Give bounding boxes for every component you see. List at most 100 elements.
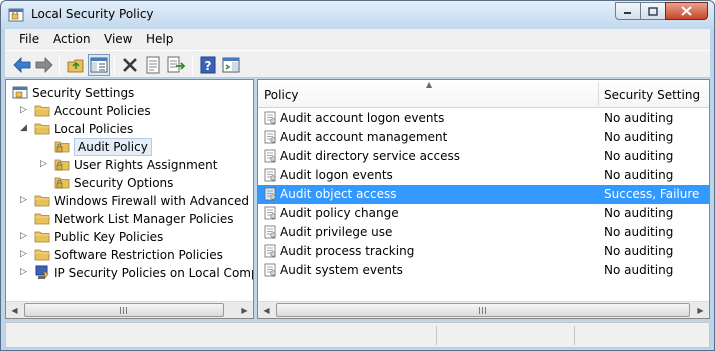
expand-arrow-icon[interactable]: ▷: [20, 267, 30, 279]
policy-icon: [264, 168, 276, 182]
back-button[interactable]: [11, 54, 33, 76]
minimize-button[interactable]: [615, 2, 641, 20]
scroll-grip-icon: [120, 307, 128, 314]
status-bar: [5, 322, 710, 348]
tree-item-label: Software Restriction Policies: [54, 248, 223, 262]
scroll-right-arrow-icon[interactable]: ▶: [692, 302, 709, 318]
tree-item-user-rights-assignment[interactable]: ▷ User Rights Assignment: [30, 156, 253, 174]
tree-item-local-policies[interactable]: ◢ Local Policies: [10, 120, 253, 138]
list-row-audit-account-logon-events[interactable]: Audit account logon events No auditing: [258, 109, 709, 128]
sort-ascending-icon: ▲: [426, 80, 433, 89]
list-pane[interactable]: ▲ Policy Security Setting Audit account …: [257, 79, 710, 319]
expand-arrow-icon[interactable]: ▷: [40, 159, 50, 171]
scroll-grip-icon: [479, 307, 487, 314]
expand-arrow-icon[interactable]: ▷: [20, 195, 30, 207]
tree-item-label: User Rights Assignment: [74, 158, 218, 172]
menu-bar: File Action View Help: [5, 29, 710, 50]
tree-root-security-settings[interactable]: Security Settings: [10, 84, 250, 102]
tree-item-label: Security Options: [74, 176, 174, 190]
policy-name: Audit logon events: [280, 168, 393, 182]
scroll-left-arrow-icon[interactable]: ◀: [258, 302, 275, 318]
tree-horizontal-scrollbar[interactable]: ◀ ▶: [6, 301, 253, 318]
list-horizontal-scrollbar[interactable]: ◀ ▶: [258, 301, 709, 318]
maximize-icon: [641, 3, 665, 19]
list-row-audit-policy-change[interactable]: Audit policy change No auditing: [258, 204, 709, 223]
list-row-audit-privilege-use[interactable]: Audit privilege use No auditing: [258, 223, 709, 242]
policy-name: Audit policy change: [280, 206, 399, 220]
scroll-right-arrow-icon[interactable]: ▶: [236, 302, 253, 318]
title-bar[interactable]: Local Security Policy: [1, 1, 714, 29]
folder-icon: [34, 105, 50, 117]
tree-pane[interactable]: Security Settings ▷ Account Policies ◢ Loca…: [5, 79, 254, 319]
list-row-audit-object-access[interactable]: Audit object access Success, Failure: [258, 185, 709, 204]
expand-arrow-icon[interactable]: ▷: [20, 231, 30, 243]
policy-icon: [264, 225, 276, 239]
scroll-thumb[interactable]: [276, 303, 690, 317]
policy-folder-icon: [54, 177, 70, 189]
tree-item-label: Windows Firewall with Advanced Secu: [54, 194, 253, 208]
delete-icon: [123, 58, 137, 72]
tree-item-label: IP Security Policies on Local Compute: [54, 266, 253, 280]
column-header-security-setting[interactable]: Security Setting: [604, 88, 700, 102]
close-icon: [666, 3, 707, 19]
policy-icon: [264, 187, 276, 201]
menu-action[interactable]: Action: [53, 32, 91, 46]
tree-item-label: Account Policies: [54, 104, 151, 118]
security-policy-icon: [8, 8, 24, 22]
scroll-thumb[interactable]: [24, 303, 224, 317]
tree-item-windows-firewall-with-advanced-secu[interactable]: ▷ Windows Firewall with Advanced Secu: [10, 192, 253, 210]
policy-name: Audit system events: [280, 263, 403, 277]
tree-item-ip-security-policies-on-local-compute[interactable]: ▷ IP Security Policies on Local Compute: [10, 264, 253, 282]
export-list-button[interactable]: [165, 54, 187, 76]
close-button[interactable]: [665, 2, 708, 20]
menu-file[interactable]: File: [19, 32, 39, 46]
tree-item-account-policies[interactable]: ▷ Account Policies: [10, 102, 253, 120]
show-hide-tree-button[interactable]: [88, 54, 110, 76]
tree-item-security-options[interactable]: Security Options: [30, 174, 253, 192]
tree-item-software-restriction-policies[interactable]: ▷ Software Restriction Policies: [10, 246, 253, 264]
minimize-icon: [616, 3, 640, 19]
expand-arrow-icon[interactable]: ▷: [20, 105, 30, 117]
menu-help[interactable]: Help: [146, 32, 173, 46]
delete-button[interactable]: [119, 54, 141, 76]
policy-folder-icon: [54, 159, 70, 171]
policy-icon: [264, 111, 276, 125]
up-one-level-button[interactable]: [65, 54, 87, 76]
list-row-audit-process-tracking[interactable]: Audit process tracking No auditing: [258, 242, 709, 261]
list-row-audit-account-management[interactable]: Audit account management No auditing: [258, 128, 709, 147]
back-arrow-icon: [13, 57, 31, 73]
scroll-left-arrow-icon[interactable]: ◀: [6, 302, 23, 318]
folder-icon: [34, 249, 50, 261]
security-setting-value: No auditing: [604, 130, 674, 144]
tree-item-network-list-manager-policies[interactable]: Network List Manager Policies: [10, 210, 253, 228]
list-row-audit-logon-events[interactable]: Audit logon events No auditing: [258, 166, 709, 185]
action-pane-button[interactable]: [220, 54, 242, 76]
folder-icon: [34, 195, 50, 207]
up-folder-icon: [67, 59, 84, 73]
security-setting-value: No auditing: [604, 111, 674, 125]
collapse-arrow-icon[interactable]: ◢: [20, 123, 30, 135]
tree-item-audit-policy[interactable]: Audit Policy: [30, 138, 253, 156]
list-header: ▲ Policy Security Setting: [258, 80, 709, 108]
maximize-button[interactable]: [640, 2, 666, 20]
security-setting-value: No auditing: [604, 149, 674, 163]
expand-arrow-icon[interactable]: ▷: [20, 249, 30, 261]
column-header-policy[interactable]: Policy: [264, 88, 299, 102]
security-settings-icon: [12, 86, 28, 99]
export-list-icon: [167, 56, 186, 73]
policy-name: Audit object access: [280, 187, 397, 201]
forward-button[interactable]: [33, 54, 55, 76]
tree-item-public-key-policies[interactable]: ▷ Public Key Policies: [10, 228, 253, 246]
tree-root-label: Security Settings: [32, 86, 135, 100]
list-row-audit-directory-service-access[interactable]: Audit directory service access No auditin…: [258, 147, 709, 166]
toolbar-separator: [114, 55, 115, 75]
help-button[interactable]: ?: [197, 54, 219, 76]
policy-icon: [264, 206, 276, 220]
list-row-audit-system-events[interactable]: Audit system events No auditing: [258, 261, 709, 280]
show-hide-tree-icon: [90, 57, 108, 73]
properties-button[interactable]: [142, 54, 164, 76]
tree-item-label: Audit Policy: [74, 138, 152, 156]
column-divider[interactable]: [598, 82, 599, 106]
properties-icon: [146, 56, 160, 74]
menu-view[interactable]: View: [104, 32, 132, 46]
